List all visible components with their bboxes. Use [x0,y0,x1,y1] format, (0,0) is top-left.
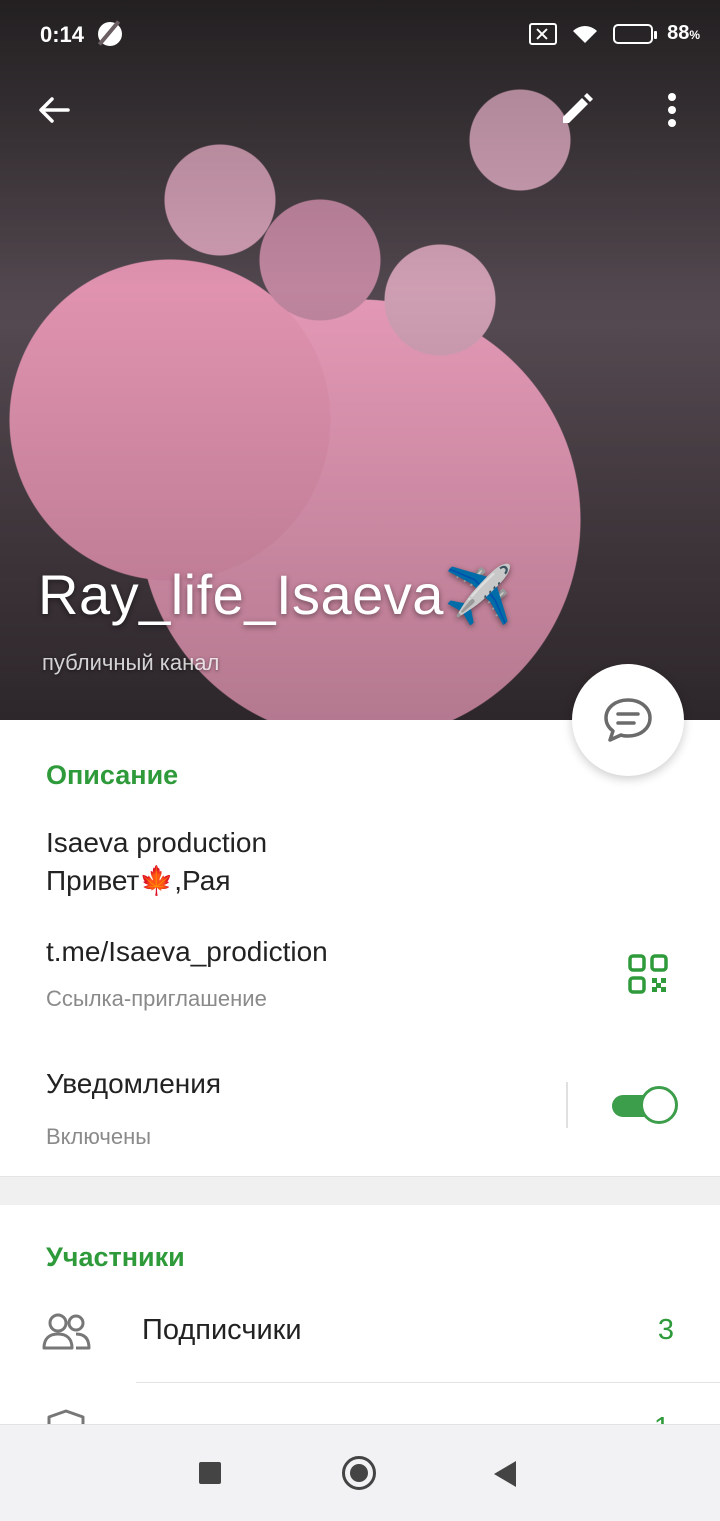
toggle-knob [640,1086,678,1124]
wifi-icon [571,23,599,45]
channel-type: публичный канал [42,650,220,675]
system-nav-bar [0,1424,720,1521]
nav-back-button[interactable] [494,1461,516,1487]
members-section-title: Участники [46,1242,185,1272]
invite-link[interactable]: t.me/Isaeva_prodiction [46,936,328,968]
back-arrow-icon [39,97,70,123]
status-time: 0:14 [40,22,85,47]
notifications-status: Включены [46,1124,152,1149]
description-line: Привет🍁,Рая [46,865,231,896]
divider [566,1082,568,1128]
edit-button[interactable] [546,80,606,140]
battery-icon [613,23,658,44]
description-line: Isaeva production [46,827,268,858]
status-bar: 0:14 88% [0,0,720,70]
section-separator [0,1176,720,1205]
discuss-button[interactable] [572,664,684,776]
invite-link-label: Ссылка-приглашение [46,986,267,1011]
notifications-label[interactable]: Уведомления [46,1068,221,1100]
row-divider [136,1382,720,1383]
pencil-icon [563,93,593,123]
more-vert-icon [668,93,676,127]
channel-title: Ray_life_Isaeva✈️ [38,563,515,626]
subscribers-count: 3 [657,1314,674,1346]
users-icon [42,1312,92,1352]
moon-icon [98,22,122,46]
subscribers-row[interactable]: Подписчики 3 [0,1310,720,1390]
back-button[interactable] [24,80,84,140]
description-text: Isaeva production Привет🍁,Рая [46,824,267,900]
home-button[interactable] [342,1456,376,1490]
recents-button[interactable] [199,1462,221,1484]
notifications-toggle[interactable] [610,1086,678,1124]
battery-level: 88% [667,22,700,44]
subscribers-label: Подписчики [142,1314,302,1346]
qr-code-button[interactable] [628,954,668,994]
sim-off-icon [529,22,558,45]
channel-cover-photo: 0:14 88% Ray_life_Isaeva✈️ публичный кан… [0,0,720,720]
chat-icon [604,698,652,742]
description-section-title: Описание [46,760,179,790]
qr-code-icon [628,954,668,994]
more-options-button[interactable] [642,80,702,140]
